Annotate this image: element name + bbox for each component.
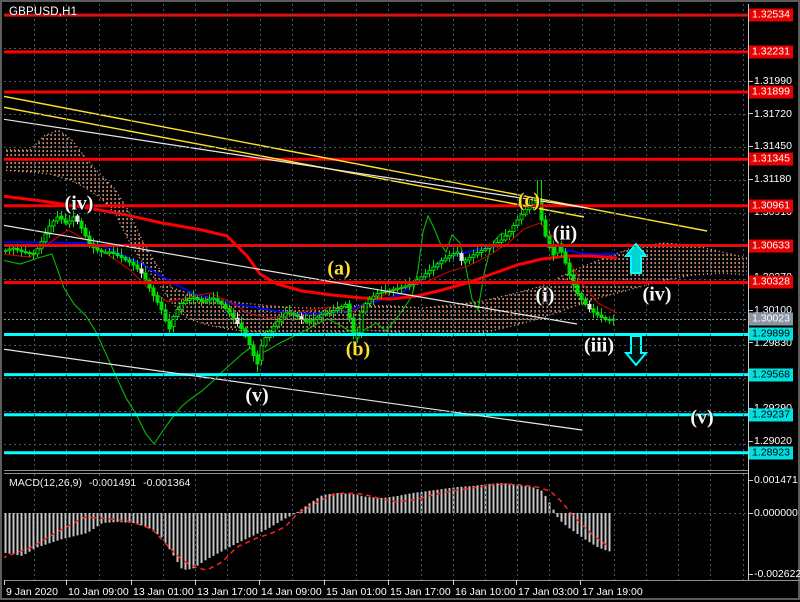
chart-title: GBPUSD,H1 (9, 6, 78, 18)
time-tick (195, 580, 196, 585)
support-price-badge: 1.28923 (749, 446, 793, 460)
main-chart-panel (4, 13, 748, 455)
time-label: 13 Jan 17:00 (197, 586, 258, 598)
price-label: 1.29020 (754, 435, 792, 448)
resistance-price-badge: 1.32534 (749, 8, 793, 22)
time-label: 15 Jan 01:00 (326, 586, 387, 598)
macd-tick (748, 573, 753, 575)
macd-tick (748, 479, 753, 481)
time-label: 17 Jan 03:00 (518, 586, 579, 598)
macd-axis-label: 0.000000 (754, 507, 798, 519)
down-arrow[interactable] (623, 335, 649, 367)
price-label: 1.31450 (754, 140, 792, 153)
time-label: 9 Jan 2020 (6, 586, 58, 598)
price-tick (748, 342, 753, 344)
wave-label[interactable]: (ii) (553, 223, 577, 246)
macd-tick (748, 512, 753, 514)
grid (4, 4, 748, 580)
wave-label[interactable]: (iii) (584, 335, 614, 358)
macd-histogram (4, 483, 611, 570)
price-label: 1.31180 (754, 173, 792, 186)
time-tick (131, 580, 132, 585)
macd-signal-value: -0.001364 (143, 477, 191, 489)
time-tick (324, 580, 325, 585)
price-tick (748, 113, 753, 115)
time-tick (259, 580, 260, 585)
wave-label[interactable]: (i) (536, 285, 555, 308)
macd-indicator-label: MACD(12,26,9) -0.001491 -0.001364 (9, 477, 194, 489)
support-price-badge: 1.29899 (749, 327, 793, 341)
macd-axis-label: 0.001471 (754, 474, 798, 486)
time-label: 10 Jan 09:00 (68, 586, 129, 598)
resistance-price-badge: 1.31899 (749, 85, 793, 99)
time-tick (580, 580, 581, 585)
support-price-badge: 1.29237 (749, 408, 793, 422)
wave-label[interactable]: (iv) (643, 284, 672, 307)
time-label: 15 Jan 17:00 (390, 586, 451, 598)
time-tick (388, 580, 389, 585)
wave-label[interactable]: (v) (245, 385, 268, 408)
price-label: 1.31720 (754, 107, 792, 120)
time-label: 16 Jan 10:00 (455, 586, 516, 598)
wave-label[interactable]: (a) (327, 258, 350, 281)
wave-label[interactable]: (v) (690, 407, 713, 430)
resistance-price-badge: 1.30961 (749, 199, 793, 213)
support-price-badge: 1.29568 (749, 368, 793, 382)
macd-name: MACD(12,26,9) (9, 477, 82, 489)
panel-splitter[interactable] (4, 470, 748, 474)
price-tick (748, 178, 753, 180)
bid-price-badge: 1.30023 (749, 312, 793, 326)
price-tick (748, 309, 753, 311)
time-tick (4, 580, 5, 585)
time-axis-separator (4, 580, 800, 581)
wave-label[interactable]: (b) (346, 339, 370, 362)
time-label: 17 Jan 19:00 (582, 586, 643, 598)
price-tick (748, 440, 753, 442)
price-tick (748, 145, 753, 147)
macd-axis-label: -0.002622 (754, 568, 800, 580)
time-tick (66, 580, 67, 585)
chart-window: GBPUSD,H1 MACD(12,26,9) -0.001491 -0.001… (0, 0, 800, 600)
macd-main-value: -0.001491 (88, 477, 137, 489)
resistance-price-badge: 1.31345 (749, 152, 793, 166)
macd-panel (4, 483, 748, 571)
wave-label[interactable]: (c) (518, 190, 540, 213)
wave-label[interactable]: (iv) (65, 193, 94, 216)
time-label: 13 Jan 01:00 (133, 586, 194, 598)
time-label: 14 Jan 09:00 (261, 586, 322, 598)
chart-canvas[interactable] (2, 2, 800, 602)
resistance-price-badge: 1.30328 (749, 275, 793, 289)
time-tick (453, 580, 454, 585)
resistance-price-badge: 1.30633 (749, 239, 793, 252)
resistance-price-badge: 1.32231 (749, 45, 793, 59)
time-tick (516, 580, 517, 585)
price-tick (748, 80, 753, 82)
